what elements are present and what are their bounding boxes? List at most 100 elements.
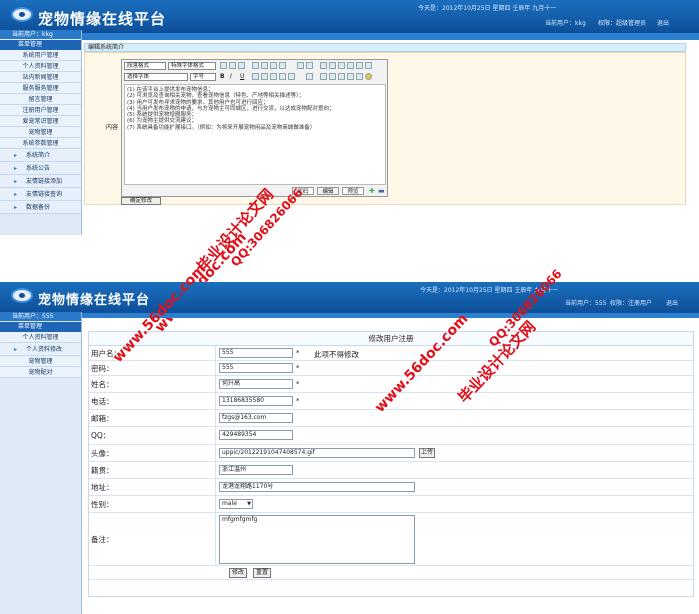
sidebar-item[interactable]: 注册用户管理 [0, 105, 81, 116]
logo-icon [11, 288, 33, 303]
content-label: 内容 [106, 124, 119, 131]
preview-icon[interactable] [347, 73, 354, 80]
special-font-select[interactable]: 特殊字体格式 [168, 62, 216, 70]
help-icon[interactable] [365, 73, 372, 80]
username-field[interactable]: 555 [219, 348, 293, 358]
undo-icon[interactable] [297, 62, 304, 69]
paragraph-select[interactable]: 段落格式 [124, 62, 166, 70]
avatar-label: 头像： [91, 448, 114, 458]
font-select[interactable]: 选择字体 [124, 73, 188, 81]
address-field[interactable]: 龙港龙翔路1170号 [219, 482, 415, 492]
readonly-note: 此项不得修改 [314, 350, 359, 359]
sidebar-item[interactable]: 服务服务管理 [0, 83, 81, 94]
top-strip [0, 33, 699, 40]
brush-icon[interactable] [365, 62, 372, 69]
sidebar-subitem[interactable]: 系统简介 [0, 149, 81, 162]
logout-link[interactable]: 退出 [666, 298, 678, 307]
font-size-select[interactable]: 字号 [190, 73, 216, 81]
sidebar-item[interactable]: 爱宠常识管理 [0, 116, 81, 127]
bottom-strip [0, 313, 699, 318]
qq-field[interactable]: 429489354 [219, 430, 293, 440]
form-row-qq: QQ： 429489354 [89, 427, 693, 445]
minus-icon[interactable]: ▬ [378, 187, 385, 195]
sidebar-item[interactable]: 系统参数管理 [0, 138, 81, 149]
sidebar-section[interactable]: 菜单管理 [0, 322, 81, 332]
bold-icon[interactable]: B [220, 73, 225, 80]
underline-icon[interactable]: U [240, 73, 244, 80]
delete-icon[interactable] [320, 62, 327, 69]
form-row-buttons: 修改 重置 [89, 566, 693, 580]
remark-label: 备注： [91, 534, 114, 544]
sidebar-subitem[interactable]: 友情链接查询 [0, 188, 81, 201]
tab-edit[interactable]: 编辑 [317, 187, 339, 195]
origin-label: 籍贯： [91, 465, 114, 475]
link-icon[interactable] [306, 73, 313, 80]
phone-field[interactable]: 13186835580 [219, 396, 293, 406]
email-field[interactable]: fzgs@163.com [219, 413, 293, 423]
tab-preview[interactable]: 预览 [342, 187, 364, 195]
align-right-icon[interactable] [238, 62, 245, 69]
anchor-icon[interactable] [320, 73, 327, 80]
fullscreen-icon[interactable] [356, 73, 363, 80]
outdent-icon[interactable] [279, 62, 286, 69]
app-title: 宠物情缘在线平台 [38, 10, 167, 28]
align-center-icon[interactable] [229, 62, 236, 69]
redo-icon[interactable] [306, 62, 313, 69]
editor-content[interactable]: (1) 在该平台上提供发布宠物信息； (2) 可浏览及查询相关宠物，查看宠物信息… [124, 84, 386, 185]
sidebar-item[interactable]: 系统用户管理 [0, 50, 81, 61]
email-label: 邮箱： [91, 413, 114, 423]
find-icon[interactable] [338, 62, 345, 69]
origin-field[interactable]: 浙江温州 [219, 465, 293, 475]
copy-icon[interactable] [347, 62, 354, 69]
flash-icon[interactable] [279, 73, 286, 80]
sidebar-item[interactable]: 留言管理 [0, 94, 81, 105]
align-left-icon[interactable] [220, 62, 227, 69]
editor-toolbar-2: 选择字体 字号 B I U [122, 72, 387, 83]
indent-icon[interactable] [270, 62, 277, 69]
logout-link[interactable]: 退出 [657, 18, 669, 27]
content-line: (7) 系统具备功能扩展接口。（例如：为将来开展宠物用品及宠物商城做准备） [127, 124, 316, 131]
form-row-email: 邮箱： fzgs@163.com [89, 410, 693, 427]
confirm-edit-button[interactable]: 确定修改 [121, 197, 161, 205]
user-info: 当前用户：kkg [545, 20, 586, 27]
required-star: * [296, 364, 300, 372]
bottom-header: 宠物情缘在线平台 今天是：2012年10月25日 星期四 壬辰年 九月十一 当前… [0, 282, 699, 313]
avatar-field[interactable]: uppic/20122191047408574.gif [219, 448, 415, 458]
logo-icon [11, 7, 33, 22]
sidebar-item[interactable]: 宠物管理 [0, 127, 81, 138]
sidebar-subitem[interactable]: 个人资料修改 [0, 343, 81, 356]
table-icon[interactable] [261, 73, 268, 80]
hr-icon[interactable] [252, 73, 259, 80]
sidebar-subitem[interactable]: 友情链接添加 [0, 175, 81, 188]
sidebar-item[interactable]: 站内新闻管理 [0, 72, 81, 83]
remark-textarea[interactable]: mfgmfgmfg [219, 515, 415, 564]
sidebar-item[interactable]: 个人资料管理 [0, 61, 81, 72]
gender-select[interactable]: male ▼ [219, 499, 253, 509]
required-star: * [296, 397, 300, 405]
ordered-list-icon[interactable] [252, 62, 259, 69]
form-row-password: 密码： 555 * [89, 361, 693, 376]
media-icon[interactable] [288, 73, 295, 80]
sidebar-subitem[interactable]: 系统公告 [0, 162, 81, 175]
sidebar-subitem[interactable]: 数据备份 [0, 201, 81, 214]
cut-icon[interactable] [329, 62, 336, 69]
plus-icon[interactable]: ✚ [369, 187, 375, 195]
reset-button[interactable]: 重置 [253, 568, 271, 578]
symbol-icon[interactable] [338, 73, 345, 80]
italic-icon[interactable]: I [230, 73, 232, 80]
sidebar-item[interactable]: 宠物管理 [0, 356, 81, 367]
image-icon[interactable] [270, 73, 277, 80]
sidebar-section[interactable]: 菜单管理 [0, 40, 81, 50]
name-label: 姓名： [91, 379, 114, 389]
gender-value: male [222, 500, 237, 507]
sidebar-item[interactable]: 宠物配对 [0, 367, 81, 378]
submit-button[interactable]: 修改 [229, 568, 247, 578]
form-row-remark: 备注： mfgmfgmfg [89, 513, 693, 566]
paste-icon[interactable] [356, 62, 363, 69]
emoticon-icon[interactable] [329, 73, 336, 80]
sidebar-item[interactable]: 个人资料管理 [0, 332, 81, 343]
upload-button[interactable]: 上传 [419, 448, 435, 458]
unordered-list-icon[interactable] [261, 62, 268, 69]
password-field[interactable]: 555 [219, 363, 293, 373]
name-field[interactable]: 何升高 [219, 379, 293, 389]
